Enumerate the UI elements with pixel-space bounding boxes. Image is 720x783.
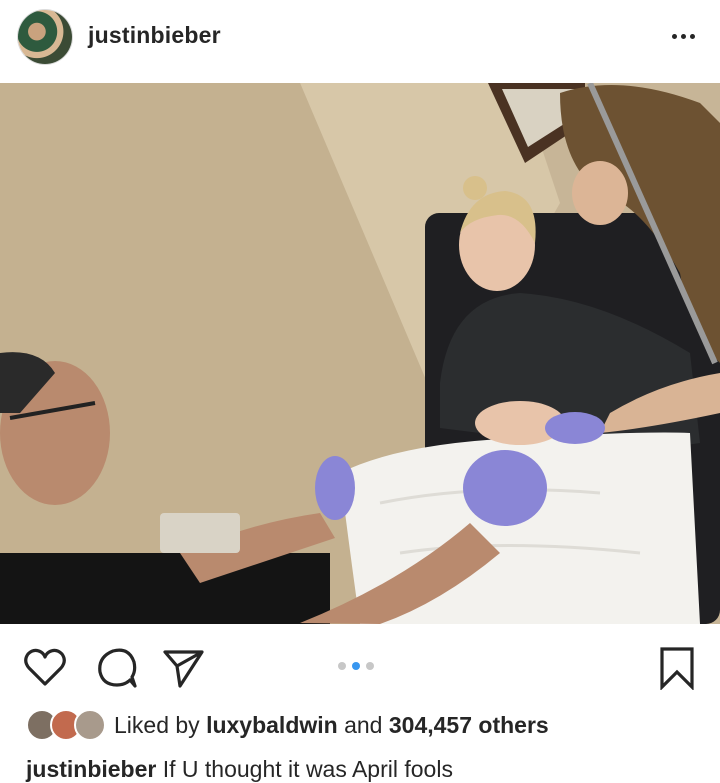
send-icon[interactable] (160, 644, 206, 690)
likes-and: and (337, 711, 389, 738)
post-username[interactable]: justinbieber (88, 22, 221, 49)
action-bar (0, 632, 720, 696)
liker-avatar (74, 709, 106, 741)
caption-text: If U thought it was April fools (156, 756, 453, 782)
likes-prefix: Liked by (114, 711, 207, 738)
carousel-indicator (338, 662, 374, 670)
likes-count[interactable]: 304,457 others (389, 712, 549, 738)
carousel-dot (338, 662, 346, 670)
liker-avatars[interactable] (26, 709, 108, 741)
comment-icon[interactable] (94, 644, 140, 690)
heart-icon[interactable] (22, 644, 68, 690)
more-horizontal-icon[interactable] (666, 24, 700, 48)
carousel-dot-active (352, 662, 360, 670)
likes-summary[interactable]: Liked by luxybaldwin and 304,457 others (114, 712, 549, 739)
carousel-dot (366, 662, 374, 670)
avatar[interactable] (18, 10, 72, 64)
bookmark-icon[interactable] (654, 644, 700, 691)
liker-username[interactable]: luxybaldwin (206, 712, 338, 738)
caption-username[interactable]: justinbieber (26, 756, 156, 782)
likes-row: Liked by luxybaldwin and 304,457 others (26, 708, 549, 742)
post-photo[interactable] (0, 83, 720, 624)
post-header: justinbieber (0, 0, 720, 80)
